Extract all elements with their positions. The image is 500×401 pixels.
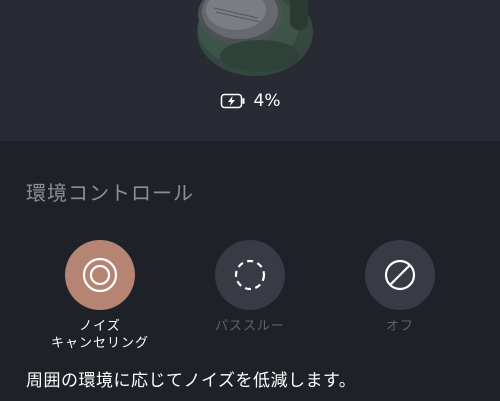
noise-cancelling-label: ノイズ キャンセリング [51,318,149,352]
pass-through-label-line1: パススルー [214,319,285,334]
noise-cancelling-label-line1: ノイズ [79,319,121,334]
battery-level: 4% [253,91,281,111]
off-button[interactable] [365,240,435,310]
off-label-line1: オフ [385,319,414,334]
pass-through-icon [234,259,266,291]
device-hero: 4% [0,0,500,141]
mode-pass-through[interactable]: パススルー [180,240,320,335]
noise-cancelling-icon [82,257,118,293]
noise-cancelling-label-line2: キャンセリング [50,336,149,351]
pass-through-button[interactable] [215,240,285,310]
battery-charging-icon [220,93,244,109]
off-label: オフ [386,318,414,335]
battery-status: 4% [0,86,500,116]
off-icon [384,259,416,291]
noise-cancelling-button[interactable] [65,240,135,310]
section-title: 環境コントロール [26,181,194,205]
mode-noise-cancelling[interactable]: ノイズ キャンセリング [30,240,170,352]
headphone-image [197,0,313,76]
pass-through-label: パススルー [215,318,285,335]
mode-description: 周囲の環境に応じてノイズを低減します。 [26,371,357,391]
mode-off[interactable]: オフ [330,240,470,335]
